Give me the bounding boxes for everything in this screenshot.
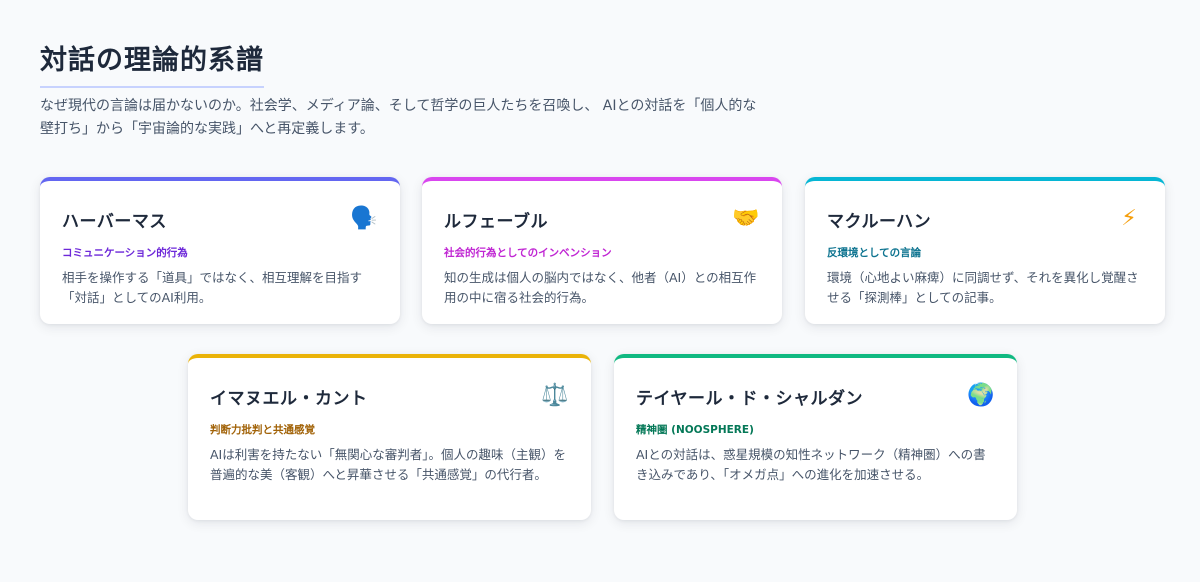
card-header: イマヌエル・カント ⚖️ [210,382,569,410]
card-description: 環境（心地よい麻痺）に同調せず、それを異化し覚醒させる「探測棒」としての記事。 [827,270,1139,305]
page-intro: なぜ現代の言論は届かないのか。社会学、メディア論、そして哲学の巨人たちを召喚し、… [40,98,757,137]
balance-scale-icon: ⚖️ [541,383,569,408]
globe-icon: 🌍 [967,383,995,408]
card-kant[interactable]: イマヌエル・カント ⚖️ 判断力批判と共通感覚 AIは利害を持たない「無関心な審… [188,354,591,520]
card-tag: 反環境としての言論 [827,247,922,259]
card-title: ハーバーマス [62,211,167,232]
card-description: AIとの対話は、惑星規模の知性ネットワーク（精神圏）への書き込みであり、「オメガ… [636,447,986,482]
page-title: 対話の理論的系譜 [40,38,264,88]
card-header: ハーバーマス 🗣️ [62,205,378,233]
speaking-head-icon: 🗣️ [350,206,378,231]
card-tag: 社会的行為としてのインベンション [444,247,612,259]
card-lefebvre[interactable]: ルフェーブル 🤝 社会的行為としてのインベンション 知の生成は個人の脳内ではなく… [422,177,782,324]
card-header: マクルーハン ⚡ [827,205,1143,233]
lightning-icon: ⚡ [1121,206,1137,231]
card-tag: コミュニケーション的行為 [62,247,188,259]
card-teilhard[interactable]: テイヤール・ド・シャルダン 🌍 精神圏 (NOOSPHERE) AIとの対話は、… [614,354,1017,520]
card-description: 知の生成は個人の脳内ではなく、他者（AI）との相互作用の中に宿る社会的行為。 [444,270,757,305]
card-description: AIは利害を持たない「無関心な審判者」。個人の趣味（主観）を普遍的な美（客観）へ… [210,447,566,482]
card-title: イマヌエル・カント [210,388,368,409]
card-header: テイヤール・ド・シャルダン 🌍 [636,382,995,410]
card-tag: 判断力批判と共通感覚 [210,424,315,436]
page: 対話の理論的系譜 なぜ現代の言論は届かないのか。社会学、メディア論、そして哲学の… [0,0,1200,582]
card-title: テイヤール・ド・シャルダン [636,388,863,409]
card-title: ルフェーブル [444,211,548,232]
card-description: 相手を操作する「道具」ではなく、相互理解を目指す「対話」としてのAI利用。 [62,270,363,305]
card-title: マクルーハン [827,211,932,232]
card-tag: 精神圏 (NOOSPHERE) [636,424,754,436]
card-mcluhan[interactable]: マクルーハン ⚡ 反環境としての言論 環境（心地よい麻痺）に同調せず、それを異化… [805,177,1165,324]
card-header: ルフェーブル 🤝 [444,205,760,233]
handshake-icon: 🤝 [732,206,760,231]
card-habermas[interactable]: ハーバーマス 🗣️ コミュニケーション的行為 相手を操作する「道具」ではなく、相… [40,177,400,324]
